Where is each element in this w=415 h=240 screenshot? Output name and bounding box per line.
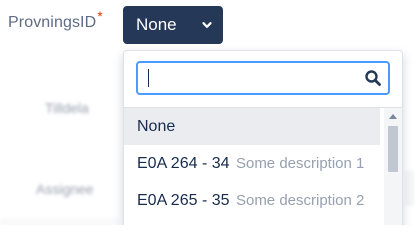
- options-list: None E0A 264 - 34 Some description 1 E0A…: [124, 108, 380, 219]
- search-box[interactable]: [136, 61, 390, 95]
- select-dropdown: None E0A 264 - 34 Some description 1 E0A…: [123, 50, 403, 225]
- field-label-text: ProvningsID: [8, 14, 97, 31]
- chevron-down-icon: [202, 22, 212, 28]
- form-canvas: Tilldela Assignee ProvningsID* None None: [0, 0, 415, 225]
- provningsid-select[interactable]: None: [123, 6, 223, 44]
- search-input[interactable]: [138, 63, 358, 93]
- option-code: None: [137, 118, 176, 135]
- background-field: [0, 218, 120, 225]
- background-input: [405, 170, 415, 206]
- text-caret: [148, 69, 149, 87]
- option-description: Some description 1: [235, 155, 365, 172]
- scrollbar[interactable]: [384, 108, 402, 225]
- option-code: E0A 264 - 34: [137, 155, 230, 172]
- scroll-up-arrow-icon[interactable]: [389, 114, 397, 119]
- option-item[interactable]: E0A 265 - 35 Some description 2: [124, 182, 380, 219]
- background-field-label: Tilldela: [45, 100, 89, 116]
- field-label: ProvningsID*: [8, 9, 103, 32]
- option-item[interactable]: E0A 264 - 34 Some description 1: [124, 145, 380, 182]
- option-item[interactable]: None: [124, 108, 380, 145]
- background-field-label: Assignee: [36, 181, 94, 197]
- option-code: E0A 265 - 35: [137, 192, 230, 209]
- select-value: None: [136, 15, 177, 34]
- scroll-thumb[interactable]: [388, 126, 398, 172]
- required-marker: *: [97, 7, 103, 24]
- search-icon[interactable]: [364, 69, 382, 87]
- option-description: Some description 2: [235, 192, 365, 209]
